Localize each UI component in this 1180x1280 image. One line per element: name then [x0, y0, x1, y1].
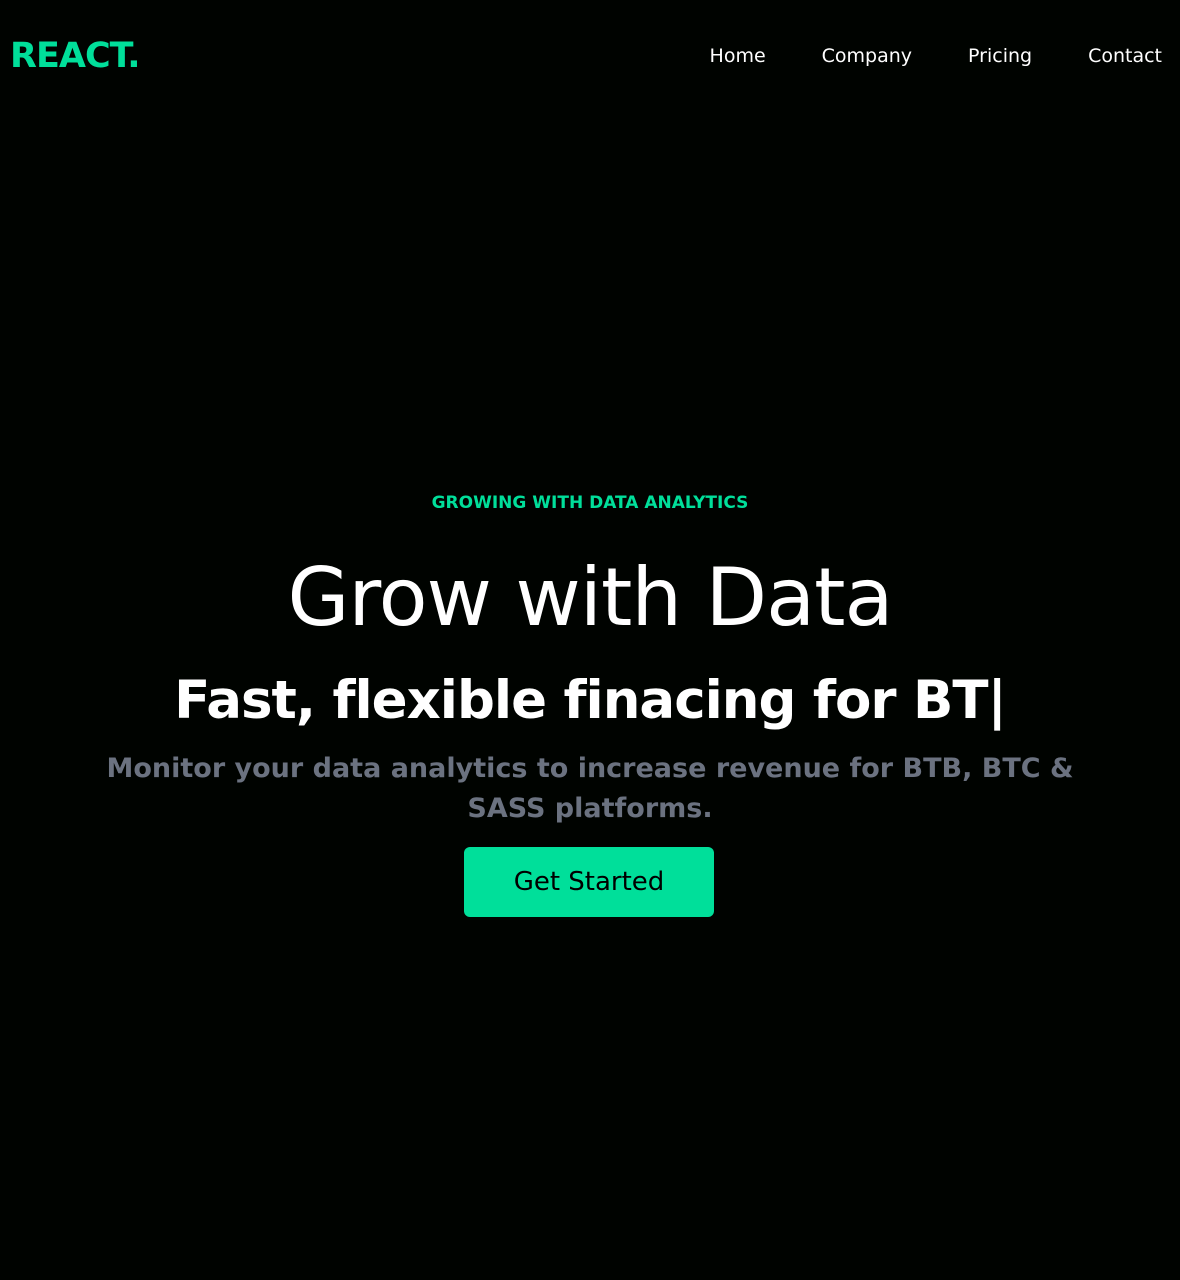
hero-subtitle: Fast, flexible finacing for BT| [174, 670, 1007, 731]
hero-description: Monitor your data analytics to increase … [106, 753, 1074, 824]
hero-section: GROWING WITH DATA ANALYTICS Grow with Da… [0, 0, 1180, 1280]
hero-title: Grow with Data [287, 551, 893, 644]
get-started-button[interactable]: Get Started [464, 847, 714, 917]
hero-eyebrow: GROWING WITH DATA ANALYTICS [431, 493, 749, 513]
